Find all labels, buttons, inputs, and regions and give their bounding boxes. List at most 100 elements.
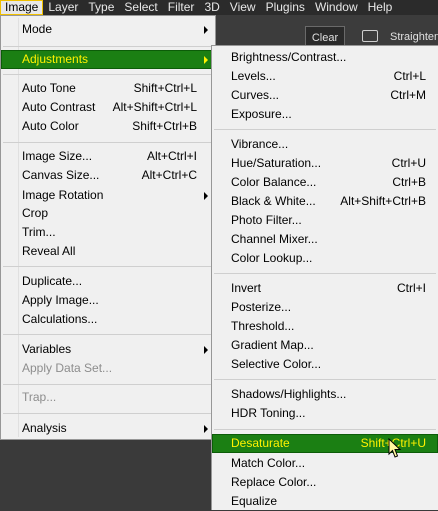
menu-item-label: Curves... <box>231 88 280 102</box>
menu-item-label: Shadows/Highlights... <box>231 387 347 401</box>
menu-item-gradient-map[interactable]: Gradient Map... <box>212 336 438 355</box>
menu-separator <box>214 129 436 130</box>
menu-item-brightness-contrast[interactable]: Brightness/Contrast... <box>212 48 438 67</box>
menu-item-exposure[interactable]: Exposure... <box>212 105 438 124</box>
image-menu: Mode Adjustments Auto Tone Shift+Ctrl+L … <box>0 15 216 440</box>
menu-item-label: Canvas Size... <box>22 168 100 182</box>
menu-item-label: Image Rotation <box>22 188 104 202</box>
menu-item-shortcut: Alt+Shift+Ctrl+B <box>340 194 426 208</box>
menu-item-shortcut: Alt+Shift+Ctrl+L <box>112 100 197 114</box>
menu-item-crop[interactable]: Crop <box>1 204 215 223</box>
menu-item-label: Auto Tone <box>22 81 76 95</box>
menu-item-shortcut: Ctrl+U <box>391 156 426 170</box>
menu-item-shadows-highlights[interactable]: Shadows/Highlights... <box>212 385 438 404</box>
menu-item-trap: Trap... <box>1 388 215 407</box>
menu-item-black-white[interactable]: Black & White... Alt+Shift+Ctrl+B <box>212 192 438 211</box>
menu-item-label: Threshold... <box>231 319 295 333</box>
menu-item-threshold[interactable]: Threshold... <box>212 317 438 336</box>
menu-item-label: Desaturate <box>231 436 290 450</box>
straighten-icon[interactable] <box>362 30 378 42</box>
menu-item-canvas-size[interactable]: Canvas Size... Alt+Ctrl+C <box>1 166 215 185</box>
menu-item-label: Auto Contrast <box>22 100 96 114</box>
menu-3d[interactable]: 3D <box>199 0 224 15</box>
menu-item-label: Analysis <box>22 421 67 435</box>
menu-item-curves[interactable]: Curves... Ctrl+M <box>212 86 438 105</box>
menu-item-posterize[interactable]: Posterize... <box>212 298 438 317</box>
menu-item-photo-filter[interactable]: Photo Filter... <box>212 211 438 230</box>
menu-item-label: HDR Toning... <box>231 406 306 420</box>
menu-item-analysis[interactable]: Analysis <box>1 419 215 438</box>
straighten-button[interactable]: Straighten <box>390 31 438 43</box>
submenu-arrow-icon <box>204 192 208 200</box>
menu-item-label: Image Size... <box>22 149 93 163</box>
menu-item-calculations[interactable]: Calculations... <box>1 310 215 329</box>
menu-select[interactable]: Select <box>119 0 162 15</box>
menu-item-label: Match Color... <box>231 456 306 470</box>
menu-image[interactable]: Image <box>0 0 44 15</box>
menu-item-label: Duplicate... <box>22 274 83 288</box>
menu-item-label: Adjustments <box>22 52 89 66</box>
submenu-arrow-icon <box>204 26 208 34</box>
menu-item-label: Apply Image... <box>22 293 99 307</box>
menu-item-apply-image[interactable]: Apply Image... <box>1 291 215 310</box>
menu-item-desaturate[interactable]: Desaturate Shift+Ctrl+U <box>212 434 438 453</box>
menu-separator <box>3 413 213 414</box>
menu-item-variables[interactable]: Variables <box>1 340 215 359</box>
menu-item-invert[interactable]: Invert Ctrl+I <box>212 279 438 298</box>
menu-item-label: Replace Color... <box>231 475 317 489</box>
menu-separator <box>3 142 213 143</box>
menu-item-shortcut: Alt+Ctrl+I <box>146 149 197 163</box>
menu-item-shortcut: Alt+Ctrl+C <box>141 168 197 182</box>
menu-item-color-lookup[interactable]: Color Lookup... <box>212 249 438 268</box>
menu-item-label: Trap... <box>22 390 57 404</box>
menu-item-duplicate[interactable]: Duplicate... <box>1 272 215 291</box>
menu-filter[interactable]: Filter <box>163 0 200 15</box>
menu-item-apply-data-set: Apply Data Set... <box>1 359 215 378</box>
mouse-cursor-icon <box>388 438 402 458</box>
menu-item-reveal-all[interactable]: Reveal All <box>1 242 215 261</box>
submenu-arrow-icon <box>204 56 208 64</box>
submenu-arrow-icon <box>204 425 208 433</box>
menu-type[interactable]: Type <box>83 0 119 15</box>
menu-item-levels[interactable]: Levels... Ctrl+L <box>212 67 438 86</box>
menu-separator <box>3 74 213 75</box>
menu-item-auto-contrast[interactable]: Auto Contrast Alt+Shift+Ctrl+L <box>1 98 215 117</box>
menu-separator <box>214 273 436 274</box>
menu-item-label: Apply Data Set... <box>22 361 113 375</box>
menu-plugins[interactable]: Plugins <box>261 0 310 15</box>
menu-item-label: Photo Filter... <box>231 213 302 227</box>
menu-window[interactable]: Window <box>310 0 363 15</box>
menu-item-label: Mode <box>22 22 53 36</box>
menu-item-hdr-toning[interactable]: HDR Toning... <box>212 404 438 423</box>
menu-item-label: Vibrance... <box>231 137 289 151</box>
menu-item-label: Posterize... <box>231 300 292 314</box>
menu-item-selective-color[interactable]: Selective Color... <box>212 355 438 374</box>
menu-item-label: Channel Mixer... <box>231 232 318 246</box>
menu-item-label: Color Lookup... <box>231 251 313 265</box>
menu-item-equalize[interactable]: Equalize <box>212 492 438 511</box>
menu-separator <box>3 334 213 335</box>
menu-item-hue-saturation[interactable]: Hue/Saturation... Ctrl+U <box>212 154 438 173</box>
menu-item-channel-mixer[interactable]: Channel Mixer... <box>212 230 438 249</box>
menu-item-trim[interactable]: Trim... <box>1 223 215 242</box>
menu-view[interactable]: View <box>225 0 261 15</box>
menu-separator <box>3 46 213 47</box>
menu-item-label: Equalize <box>231 494 278 508</box>
menu-item-label: Trim... <box>22 225 56 239</box>
menu-item-image-rotation[interactable]: Image Rotation <box>1 186 215 205</box>
menu-layer[interactable]: Layer <box>43 0 83 15</box>
menu-item-image-size[interactable]: Image Size... Alt+Ctrl+I <box>1 147 215 166</box>
menu-item-mode[interactable]: Mode <box>1 20 215 39</box>
menu-item-match-color[interactable]: Match Color... <box>212 454 438 473</box>
menu-item-auto-tone[interactable]: Auto Tone Shift+Ctrl+L <box>1 79 215 98</box>
submenu-arrow-icon <box>204 346 208 354</box>
menu-item-replace-color[interactable]: Replace Color... <box>212 473 438 492</box>
menu-item-label: Variables <box>22 342 72 356</box>
menu-item-vibrance[interactable]: Vibrance... <box>212 135 438 154</box>
menu-item-auto-color[interactable]: Auto Color Shift+Ctrl+B <box>1 117 215 136</box>
menu-item-color-balance[interactable]: Color Balance... Ctrl+B <box>212 173 438 192</box>
menu-item-shortcut: Shift+Ctrl+B <box>132 119 197 133</box>
menu-item-adjustments[interactable]: Adjustments <box>1 50 215 69</box>
menu-item-shortcut: Ctrl+L <box>393 69 426 83</box>
menu-help[interactable]: Help <box>363 0 398 15</box>
